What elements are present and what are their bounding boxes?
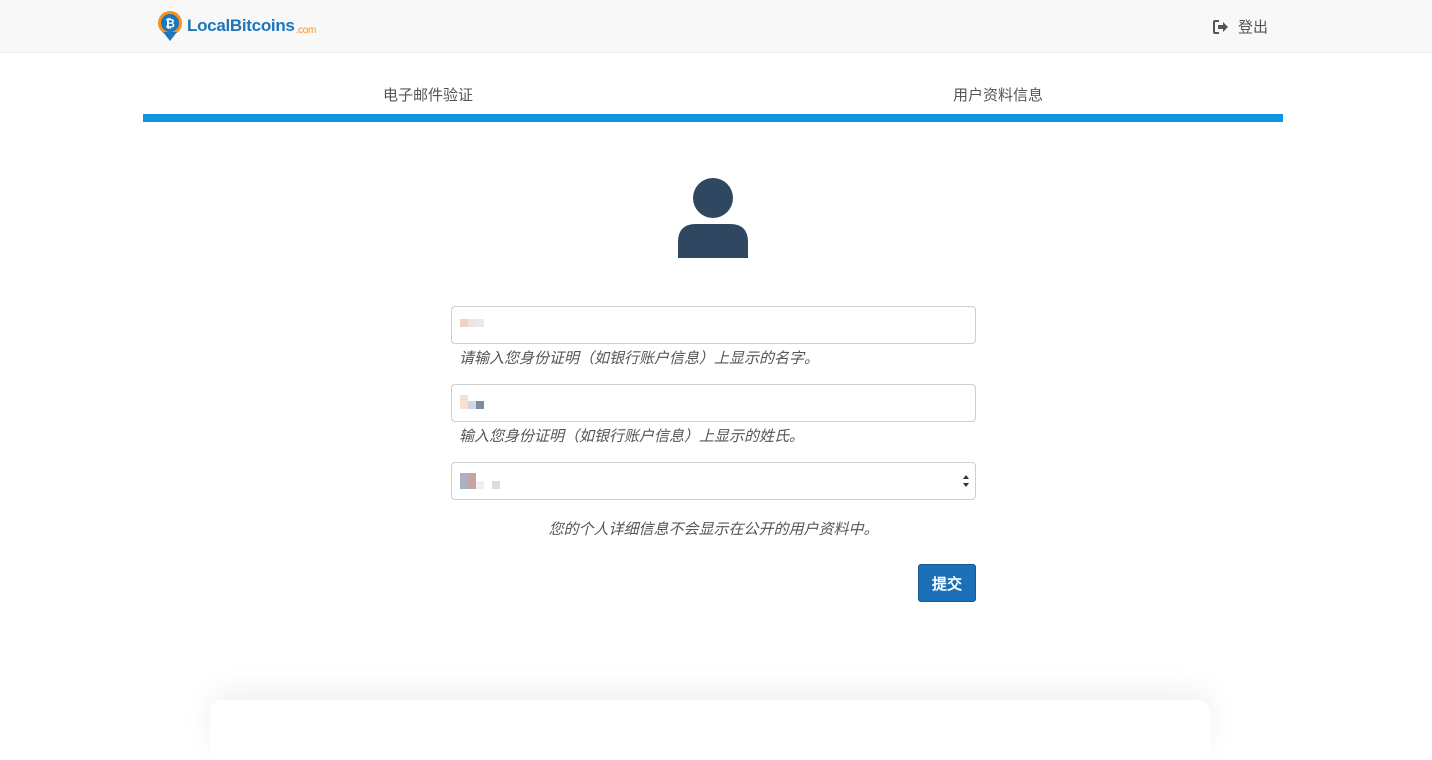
top-navbar: ₿ LocalBitcoins.com 登出 [0,0,1432,53]
redacted-value [460,319,484,327]
first-name-input[interactable] [451,306,976,344]
last-name-help: 输入您身份证明（如银行账户信息）上显示的姓氏。 [459,427,805,445]
submit-button[interactable]: 提交 [918,564,976,602]
redacted-value [460,395,484,409]
last-name-input[interactable] [451,384,976,422]
brand-name: LocalBitcoins.com [187,16,317,36]
user-avatar-icon [678,178,748,258]
step-email-verification: 电子邮件验证 [382,86,473,104]
select-arrows-icon [963,475,969,487]
progress-bar [143,114,1283,122]
svg-text:₿: ₿ [165,17,175,31]
step-profile-info: 用户资料信息 [952,86,1043,104]
first-name-help: 请输入您身份证明（如银行账户信息）上显示的名字。 [459,349,820,367]
logout-link[interactable]: 登出 [1212,16,1268,37]
brand-logo[interactable]: ₿ LocalBitcoins.com [157,10,316,42]
privacy-notice: 您的个人详细信息不会显示在公开的用户资料中。 [548,520,879,538]
logout-label: 登出 [1237,18,1268,36]
footer-edge [210,700,1210,760]
sign-out-icon [1212,19,1228,34]
brand-suffix: .com [295,25,317,36]
signup-steps: 电子邮件验证 用户资料信息 [143,84,1283,104]
country-select[interactable] [451,462,976,500]
bitcoin-pin-icon: ₿ [157,10,183,42]
redacted-value [460,473,500,489]
